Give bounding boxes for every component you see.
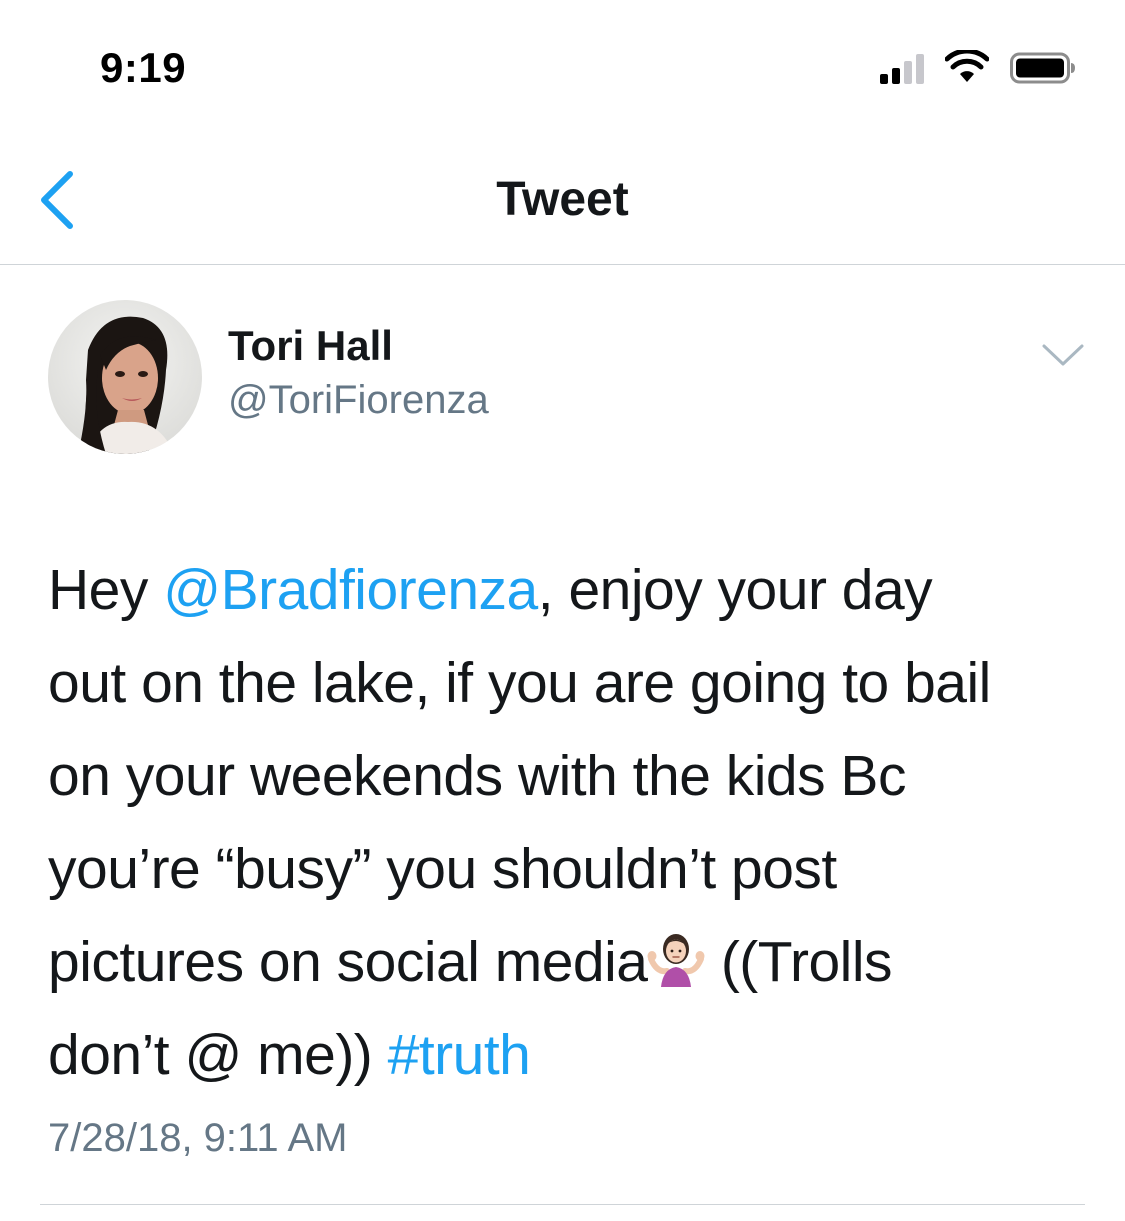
hashtag-link[interactable]: #truth: [388, 1023, 531, 1087]
person-shrugging-emoji: [647, 934, 705, 987]
tweet-text-line: Hey @Bradfiorenza, enjoy your day: [48, 544, 1088, 637]
battery-icon: [1010, 52, 1075, 84]
navigation-bar: Tweet: [0, 130, 1125, 265]
avatar[interactable]: [48, 300, 202, 454]
divider: [40, 1204, 1085, 1205]
tweet-text-line: on your weekends with the kids Bc: [48, 744, 906, 808]
author-display-name[interactable]: Tori Hall: [228, 322, 393, 370]
tweet-text-segment: pictures on social media: [48, 930, 648, 994]
tweet-text-line: out on the lake, if you are going to bai…: [48, 651, 991, 715]
tweet-text-segment: ((Trolls: [705, 930, 893, 994]
author-handle[interactable]: @ToriFiorenza: [228, 378, 489, 423]
chevron-down-icon[interactable]: [1040, 340, 1086, 370]
tweet-text-line: don’t @ me)) #truth: [48, 1009, 1088, 1102]
tweet-text-segment: Hey: [48, 558, 164, 622]
page-title: Tweet: [496, 173, 629, 226]
tweet-text-segment: don’t @ me)): [48, 1023, 388, 1087]
status-time: 9:19: [100, 44, 187, 91]
tweet-text-line: you’re “busy” you shouldn’t post: [48, 837, 837, 901]
wifi-icon: [945, 50, 989, 82]
tweet-timestamp: 7/28/18, 9:11 AM: [48, 1116, 348, 1160]
tweet-text: Hey @Bradfiorenza, enjoy your day out on…: [48, 544, 1088, 1102]
cellular-signal-icon: [880, 52, 930, 84]
tweet-text-line: pictures on social media ((Trolls: [48, 916, 1088, 1009]
tweet-text-segment: , enjoy your day: [537, 558, 933, 622]
mention-link[interactable]: @Bradfiorenza: [163, 558, 538, 622]
